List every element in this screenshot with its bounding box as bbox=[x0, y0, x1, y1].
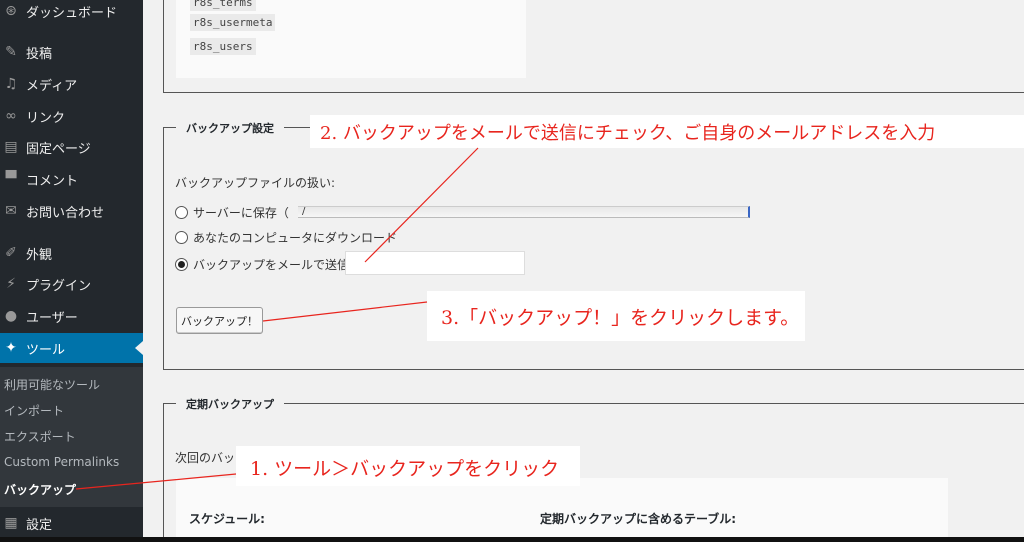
dashboard-icon: ⊛ bbox=[5, 3, 17, 19]
backup-button[interactable]: バックアップ！ bbox=[176, 307, 263, 334]
menu-dashboard[interactable]: ⊛ ダッシュボード bbox=[0, 0, 143, 26]
pin-icon: ✎ bbox=[5, 44, 17, 60]
menu-label: ツール bbox=[26, 342, 66, 358]
submenu-custom-permalinks[interactable]: Custom Permalinks bbox=[4, 455, 119, 469]
comment-icon: ▀ bbox=[5, 171, 17, 187]
schedule-label: スケジュール: bbox=[189, 512, 265, 526]
menu-label: ユーザー bbox=[26, 310, 78, 326]
link-icon: ∞ bbox=[5, 108, 17, 124]
menu-label: リンク bbox=[26, 110, 66, 126]
menu-posts[interactable]: ✎ 投稿 bbox=[0, 37, 143, 67]
server-path-field: / bbox=[298, 206, 750, 218]
option-email[interactable]: バックアップをメールで送信: bbox=[175, 256, 353, 273]
radio-save-server[interactable] bbox=[175, 206, 188, 219]
submenu-available-tools[interactable]: 利用可能なツール bbox=[4, 376, 100, 393]
menu-label: 設定 bbox=[26, 517, 53, 533]
option-download[interactable]: あなたのコンピュータにダウンロード bbox=[175, 229, 397, 246]
radio-download[interactable] bbox=[175, 231, 188, 244]
menu-label: 外観 bbox=[26, 247, 53, 263]
menu-contact[interactable]: ✉ お問い合わせ bbox=[0, 196, 143, 226]
admin-sidebar: ⊛ ダッシュボード ✎ 投稿 ♫ メディア ∞ リンク ▤ 固定ページ ▀ コメ… bbox=[0, 0, 143, 542]
radio-email[interactable] bbox=[175, 258, 188, 271]
menu-comments[interactable]: ▀ コメント bbox=[0, 164, 143, 194]
handling-label: バックアップファイルの扱い: bbox=[175, 176, 336, 190]
menu-label: コメント bbox=[26, 173, 79, 189]
backup-settings-legend: バックアップ設定 bbox=[176, 120, 284, 136]
page-icon: ▤ bbox=[4, 139, 18, 155]
bottom-edge bbox=[0, 537, 1024, 542]
menu-label: プラグイン bbox=[26, 278, 92, 294]
wrench-icon: ✦ bbox=[5, 340, 17, 356]
menu-label: ダッシュボード bbox=[26, 5, 118, 21]
callout-step1: 1. ツール＞バックアップをクリック bbox=[236, 446, 580, 486]
email-input[interactable] bbox=[345, 251, 525, 275]
settings-icon: ▦ bbox=[4, 515, 18, 531]
menu-tools[interactable]: ✦ ツール bbox=[0, 333, 143, 363]
submenu-import[interactable]: インポート bbox=[4, 402, 64, 419]
appearance-icon: ✐ bbox=[5, 245, 17, 261]
menu-users[interactable]: ● ユーザー bbox=[0, 301, 143, 331]
option-label: バックアップをメールで送信: bbox=[193, 258, 354, 272]
table-name: r8s_terms bbox=[190, 0, 256, 11]
option-label: サーバーに保存（ bbox=[193, 206, 289, 220]
menu-label: 固定ページ bbox=[26, 141, 91, 157]
tools-submenu: 利用可能なツール インポート エクスポート Custom Permalinks … bbox=[0, 367, 143, 507]
table-name: r8s_usermeta bbox=[190, 14, 276, 31]
menu-links[interactable]: ∞ リンク bbox=[0, 101, 143, 131]
option-label: あなたのコンピュータにダウンロード bbox=[193, 231, 398, 245]
next-backup-label: 次回のバッ bbox=[175, 451, 236, 465]
menu-plugins[interactable]: ⚡ プラグイン bbox=[0, 269, 143, 299]
menu-media[interactable]: ♫ メディア bbox=[0, 69, 143, 99]
submenu-export[interactable]: エクスポート bbox=[4, 428, 76, 445]
menu-label: 投稿 bbox=[26, 46, 53, 62]
user-icon: ● bbox=[4, 308, 18, 324]
mail-icon: ✉ bbox=[5, 203, 17, 219]
option-save-server[interactable]: サーバーに保存（ bbox=[175, 204, 289, 221]
submenu-backup[interactable]: バックアップ bbox=[4, 481, 76, 498]
media-icon: ♫ bbox=[4, 76, 18, 92]
menu-label: お問い合わせ bbox=[26, 205, 105, 221]
callout-step3: 3.「バックアップ！」をクリックします。 bbox=[427, 291, 805, 341]
table-name: r8s_users bbox=[190, 38, 256, 55]
plugin-icon: ⚡ bbox=[6, 276, 16, 292]
menu-label: メディア bbox=[26, 78, 78, 94]
callout-step2: 2. バックアップをメールで送信にチェック、ご自身のメールアドレスを入力 bbox=[310, 115, 1024, 148]
scheduled-tables-label: 定期バックアップに含めるテーブル: bbox=[540, 512, 737, 526]
menu-pages[interactable]: ▤ 固定ページ bbox=[0, 132, 143, 162]
scheduled-backup-legend: 定期バックアップ bbox=[176, 396, 284, 412]
menu-appearance[interactable]: ✐ 外観 bbox=[0, 238, 143, 268]
menu-settings[interactable]: ▦ 設定 bbox=[0, 508, 143, 538]
